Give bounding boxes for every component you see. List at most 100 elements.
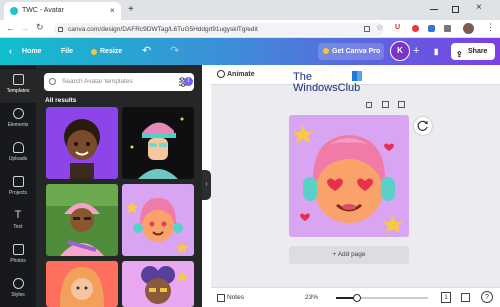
browser-menu-icon[interactable]: ⋮: [486, 22, 495, 33]
rail-label: Styles: [11, 292, 25, 298]
rail-label: Templates: [6, 88, 30, 94]
invite-plus-icon[interactable]: +: [413, 38, 419, 65]
window-maximize-icon[interactable]: [452, 6, 459, 13]
url-field[interactable]: canva.com/design/DAFRc9DWTag/L6TuG5Hddgr…: [54, 23, 384, 36]
rail-styles[interactable]: Styles: [0, 273, 36, 307]
zoom-slider-knob[interactable]: [353, 294, 362, 302]
template-thumbnail[interactable]: [46, 184, 118, 256]
rail-label: Photos: [10, 258, 26, 264]
file-menu-button[interactable]: File: [61, 38, 73, 65]
all-results-heading: All results: [45, 97, 77, 104]
share-label: Share: [468, 48, 488, 55]
bottom-bar: Notes 23% 1 ?: [211, 287, 500, 307]
design-page[interactable]: [289, 115, 409, 237]
browser-tab-bar: TWC - Avatar × + ×: [0, 0, 500, 20]
extension-red-icon[interactable]: [412, 25, 419, 32]
animate-button[interactable]: Animate: [227, 71, 255, 78]
back-chevron-icon[interactable]: ‹: [9, 38, 12, 65]
lock-page-icon[interactable]: [366, 102, 372, 108]
rail-projects[interactable]: Projects: [0, 171, 36, 205]
watermark: The WindowsClub: [293, 72, 360, 94]
page-count-badge[interactable]: 1: [441, 292, 451, 303]
animate-icon: [217, 70, 225, 78]
back-icon[interactable]: ←: [6, 23, 15, 33]
window-minimize-icon[interactable]: [430, 9, 438, 10]
palette-icon: [12, 278, 24, 289]
profile-avatar-icon[interactable]: [463, 23, 474, 34]
zoom-percentage[interactable]: 23%: [305, 294, 318, 301]
crown-icon: [91, 49, 97, 55]
notes-button[interactable]: Notes: [227, 294, 244, 301]
analytics-chart-icon[interactable]: ▮: [434, 38, 438, 65]
extension-u-icon[interactable]: U: [395, 24, 400, 31]
resize-button[interactable]: Resize: [100, 38, 122, 65]
browser-tab[interactable]: TWC - Avatar ×: [4, 2, 121, 20]
user-avatar[interactable]: K: [390, 41, 410, 61]
add-page-button[interactable]: + Add page: [289, 246, 409, 264]
smiley-avatar-design: [293, 125, 403, 233]
reload-icon[interactable]: ↻: [36, 22, 44, 33]
zoom-slider[interactable]: [336, 294, 428, 302]
search-input[interactable]: Search Avatar templates: [44, 73, 194, 91]
rail-label: Text: [13, 224, 23, 230]
url-text: canva.com/design/DAFRc9DWTag/L6TuG5Hddgr…: [68, 26, 258, 33]
extensions-puzzle-icon[interactable]: [444, 25, 451, 32]
help-icon[interactable]: ?: [481, 291, 493, 303]
rail-templates[interactable]: Templates: [0, 69, 36, 103]
filter-count-badge: 1: [184, 77, 193, 86]
add-page-icon[interactable]: [398, 101, 405, 108]
avatar-illustration: [64, 119, 100, 179]
template-thumbnail[interactable]: [122, 184, 194, 256]
photo-icon: [12, 244, 24, 255]
duplicate-page-icon[interactable]: [382, 101, 389, 108]
template-thumbnail[interactable]: [122, 261, 194, 307]
notes-icon[interactable]: [217, 294, 225, 302]
canva-header: ‹ Home File Resize ↶ ↷ Get Canva Pro K +…: [0, 38, 500, 65]
templates-icon: [12, 74, 24, 85]
avatar-illustration: [46, 184, 118, 256]
refresh-icon[interactable]: [414, 117, 432, 135]
home-button[interactable]: Home: [22, 38, 41, 65]
lock-icon: [58, 27, 63, 32]
search-icon: [49, 78, 56, 85]
templates-panel: Search Avatar templates All results: [36, 65, 202, 307]
collapse-panel-handle[interactable]: ‹: [202, 170, 211, 200]
watermark-logo-icon: [352, 71, 362, 81]
share-upload-icon: ⇪: [456, 50, 463, 59]
share-button[interactable]: ⇪ Share: [451, 43, 495, 60]
folder-icon: [12, 176, 24, 187]
rail-text[interactable]: T Text: [0, 205, 36, 239]
left-rail: Templates Elements Uploads Projects T Tex…: [0, 65, 36, 307]
pro-crown-icon: [323, 48, 329, 54]
undo-icon[interactable]: ↶: [142, 38, 151, 65]
window-close-icon[interactable]: ×: [476, 2, 482, 13]
get-canva-pro-button[interactable]: Get Canva Pro: [318, 43, 384, 60]
text-t-icon: T: [14, 209, 22, 221]
rail-photos[interactable]: Photos: [0, 239, 36, 273]
rail-label: Uploads: [8, 156, 28, 162]
fullscreen-icon[interactable]: [461, 293, 470, 302]
canvas-area: Animate The WindowsClub + Add page: [211, 65, 500, 287]
watermark-line2: WindowsClub: [293, 82, 361, 94]
extension-blue-icon[interactable]: [428, 25, 435, 32]
rail-elements[interactable]: Elements: [0, 103, 36, 137]
rail-uploads[interactable]: Uploads: [0, 137, 36, 171]
rail-label: Elements: [7, 122, 29, 128]
upload-cloud-icon: [12, 142, 24, 153]
rail-label: Projects: [8, 190, 28, 196]
avatar-illustration: [130, 117, 184, 179]
avatar-initial: K: [397, 46, 403, 55]
template-thumbnail[interactable]: [122, 107, 194, 179]
bookmark-star-icon[interactable]: ☆: [376, 23, 383, 32]
template-thumbnail[interactable]: [46, 107, 118, 179]
pro-label: Get Canva Pro: [332, 48, 381, 55]
avatar-illustration: [126, 198, 188, 253]
new-tab-icon[interactable]: +: [128, 4, 134, 15]
avatar-illustration: [60, 267, 104, 307]
forward-icon[interactable]: →: [20, 23, 29, 33]
redo-icon[interactable]: ↷: [170, 38, 179, 65]
tab-close-icon[interactable]: ×: [110, 6, 115, 15]
canva-favicon-icon: [10, 7, 18, 15]
share-page-icon[interactable]: [364, 26, 370, 32]
template-thumbnail[interactable]: [46, 261, 118, 307]
